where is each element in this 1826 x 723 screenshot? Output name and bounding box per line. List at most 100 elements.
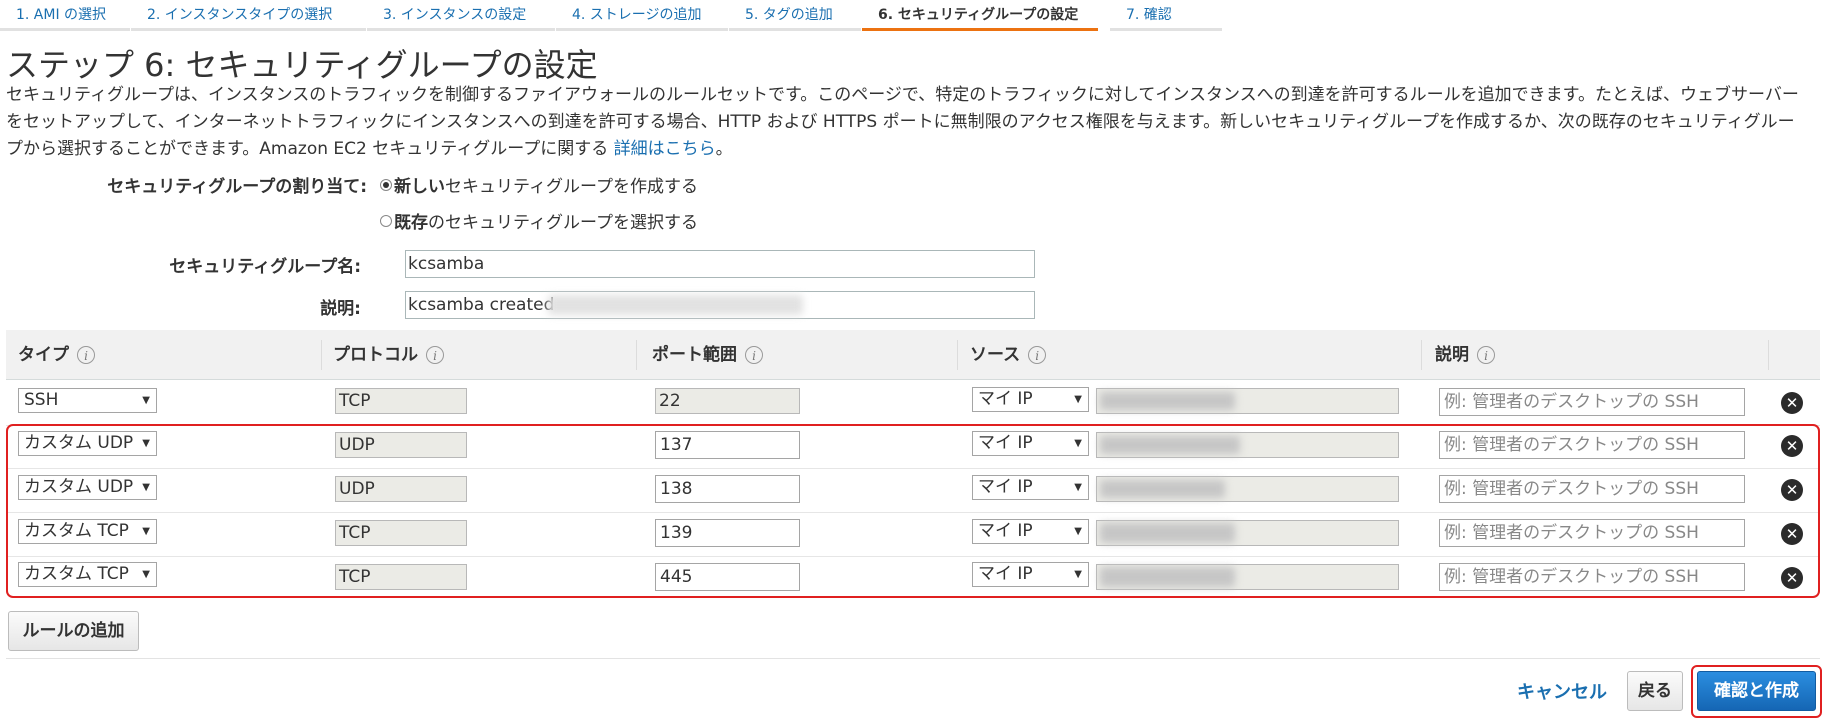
redacted-ip — [1100, 480, 1225, 498]
source-value: マイ IP — [978, 433, 1033, 453]
type-value: カスタム UDP — [24, 433, 134, 453]
tab-security-group[interactable]: 6. セキュリティグループの設定 — [862, 0, 1098, 31]
radio-new-sg[interactable]: 新しい セキュリティグループを作成する — [380, 172, 698, 197]
type-select[interactable]: カスタム UDP ▼ — [18, 475, 157, 500]
redacted-ip — [1100, 567, 1235, 587]
info-icon[interactable]: i — [426, 346, 444, 364]
col-port-label: ポート範囲 — [652, 345, 737, 365]
radio-new-indicator[interactable] — [380, 178, 392, 191]
info-icon[interactable]: i — [77, 346, 95, 364]
chevron-down-icon: ▼ — [1074, 526, 1082, 537]
radio-existing-label: のセキュリティグループを選択する — [428, 213, 698, 233]
col-separator — [321, 340, 322, 370]
radio-existing-sg[interactable]: 既存 のセキュリティグループを選択する — [380, 208, 698, 233]
review-and-launch-button[interactable]: 確認と作成 — [1697, 671, 1816, 711]
protocol-field: TCP — [335, 520, 467, 546]
radio-existing-indicator[interactable] — [380, 214, 392, 227]
close-circle-icon[interactable]: ✕ — [1781, 567, 1803, 589]
tab-ami[interactable]: 1. AMI の選択 — [0, 0, 130, 31]
col-source-label: ソース — [970, 345, 1021, 365]
source-select[interactable]: マイ IP ▼ — [972, 519, 1089, 544]
col-desc-label: 説明 — [1435, 345, 1469, 365]
wizard-tabs: 1. AMI の選択 2. インスタンスタイプの選択 3. インスタンスの設定 … — [0, 0, 1826, 34]
chevron-down-icon: ▼ — [142, 569, 150, 580]
type-select[interactable]: カスタム UDP ▼ — [18, 431, 157, 456]
type-value: カスタム TCP — [24, 521, 129, 541]
col-type-label: タイプ — [18, 345, 69, 365]
protocol-field: TCP — [335, 388, 467, 414]
row-divider — [6, 425, 1820, 426]
row-divider — [6, 556, 1820, 557]
radio-existing-bold: 既存 — [394, 213, 428, 233]
info-icon[interactable]: i — [745, 346, 763, 364]
source-select[interactable]: マイ IP ▼ — [972, 562, 1089, 587]
rule-description-input[interactable]: 例: 管理者のデスクトップの SSH — [1439, 388, 1745, 416]
redacted-desc — [548, 295, 803, 315]
chevron-down-icon: ▼ — [1074, 394, 1082, 405]
tab-instance-config[interactable]: 3. インスタンスの設定 — [367, 0, 555, 31]
port-input[interactable]: 138 — [655, 475, 800, 503]
chevron-down-icon: ▼ — [142, 482, 150, 493]
rule-description-input[interactable]: 例: 管理者のデスクトップの SSH — [1439, 563, 1745, 591]
source-select[interactable]: マイ IP ▼ — [972, 387, 1089, 412]
sg-name-label: セキュリティグループ名: — [169, 257, 361, 277]
col-separator — [636, 340, 637, 370]
back-button[interactable]: 戻る — [1627, 671, 1683, 711]
port-input[interactable]: 445 — [655, 563, 800, 591]
close-circle-icon[interactable]: ✕ — [1781, 523, 1803, 545]
col-source: ソース i — [970, 330, 1047, 380]
chevron-down-icon: ▼ — [142, 438, 150, 449]
chevron-down-icon: ▼ — [1074, 569, 1082, 580]
chevron-down-icon: ▼ — [142, 395, 150, 406]
tab-tags[interactable]: 5. タグの追加 — [729, 0, 861, 31]
info-icon[interactable]: i — [1028, 346, 1047, 364]
col-separator — [957, 340, 958, 370]
protocol-field: TCP — [335, 564, 467, 590]
port-field: 22 — [655, 388, 800, 414]
col-description: 説明 i — [1435, 330, 1495, 380]
rule-description-input[interactable]: 例: 管理者のデスクトップの SSH — [1439, 475, 1745, 503]
cancel-button[interactable]: キャンセル — [1517, 678, 1607, 704]
col-separator — [1768, 340, 1769, 370]
tab-review[interactable]: 7. 確認 — [1110, 0, 1222, 31]
radio-new-bold: 新しい — [394, 177, 445, 197]
chevron-down-icon: ▼ — [1074, 482, 1082, 493]
row-divider — [6, 468, 1820, 469]
intro-text: セキュリティグループは、インスタンスのトラフィックを制御するファイアウォールのル… — [6, 82, 1806, 163]
close-circle-icon[interactable]: ✕ — [1781, 479, 1803, 501]
type-select[interactable]: カスタム TCP ▼ — [18, 519, 157, 544]
port-input[interactable]: 137 — [655, 431, 800, 459]
add-rule-button[interactable]: ルールの追加 — [8, 611, 139, 651]
rules-table-header: タイプ i プロトコル i ポート範囲 i ソース i 説明 i — [6, 330, 1820, 380]
footer-divider — [6, 658, 1820, 659]
redacted-ip — [1100, 523, 1235, 543]
col-protocol: プロトコル i — [333, 330, 444, 380]
info-icon[interactable]: i — [1477, 346, 1495, 364]
port-input[interactable]: 139 — [655, 519, 800, 547]
type-select[interactable]: SSH ▼ — [18, 388, 157, 413]
sg-name-input[interactable]: kcsamba — [405, 250, 1035, 278]
radio-new-label: セキュリティグループを作成する — [445, 177, 698, 197]
intro-end: 。 — [715, 139, 733, 159]
source-value: マイ IP — [978, 521, 1033, 541]
close-circle-icon[interactable]: ✕ — [1781, 435, 1803, 457]
source-select[interactable]: マイ IP ▼ — [972, 475, 1089, 500]
protocol-field: UDP — [335, 476, 467, 502]
tab-storage[interactable]: 4. ストレージの追加 — [556, 0, 728, 31]
intro-body: セキュリティグループは、インスタンスのトラフィックを制御するファイアウォールのル… — [6, 85, 1799, 159]
type-value: カスタム UDP — [24, 477, 134, 497]
source-select[interactable]: マイ IP ▼ — [972, 431, 1089, 456]
col-protocol-label: プロトコル — [333, 345, 418, 365]
learn-more-link[interactable]: 詳細はこちら — [614, 139, 716, 159]
rule-description-input[interactable]: 例: 管理者のデスクトップの SSH — [1439, 431, 1745, 459]
sg-desc-label: 説明: — [320, 299, 361, 319]
col-type: タイプ i — [18, 330, 95, 380]
col-port-range: ポート範囲 i — [652, 330, 763, 380]
tab-instance-type[interactable]: 2. インスタンスタイプの選択 — [131, 0, 366, 31]
chevron-down-icon: ▼ — [142, 526, 150, 537]
rule-description-input[interactable]: 例: 管理者のデスクトップの SSH — [1439, 519, 1745, 547]
chevron-down-icon: ▼ — [1074, 438, 1082, 449]
type-value: カスタム TCP — [24, 564, 129, 584]
close-circle-icon[interactable]: ✕ — [1781, 392, 1803, 414]
type-select[interactable]: カスタム TCP ▼ — [18, 562, 157, 587]
